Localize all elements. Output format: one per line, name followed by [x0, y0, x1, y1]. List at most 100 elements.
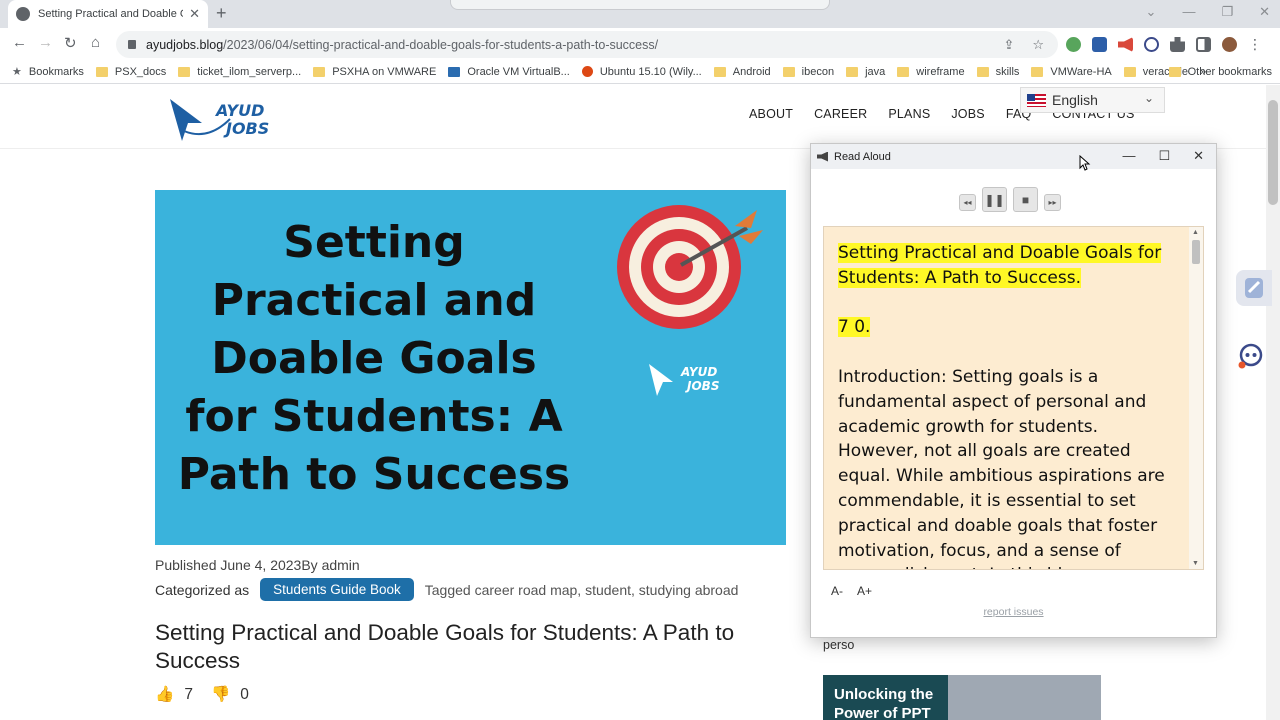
- read-aloud-window: Read Aloud — ☐ ✕ ◂◂ ❚❚ ■ ▸▸ Setting Prac…: [810, 143, 1217, 638]
- floating-widget-icon[interactable]: [1236, 270, 1272, 306]
- sidebar-text: perso: [823, 638, 855, 652]
- hero-logo-line1: AYUD: [680, 365, 717, 379]
- read-aloud-text-panel[interactable]: Setting Practical and Doable Goals for S…: [823, 226, 1204, 570]
- post-title: Setting Practical and Doable Goals for S…: [155, 620, 735, 673]
- rewind-button[interactable]: ◂◂: [959, 194, 976, 211]
- text-panel-scrollbar[interactable]: ▲ ▼: [1189, 227, 1203, 569]
- star-icon: ★: [12, 66, 22, 78]
- close-tab-icon[interactable]: ✕: [189, 6, 200, 22]
- nav-about[interactable]: ABOUT: [749, 107, 793, 121]
- virtualbox-icon: [448, 66, 461, 77]
- font-smaller-button[interactable]: A-: [831, 584, 843, 598]
- restore-icon[interactable]: ❐: [1221, 4, 1233, 20]
- address-bar[interactable]: ayudjobs.blog/2023/06/04/setting-practic…: [116, 31, 1058, 58]
- likes-count: 7: [184, 685, 193, 703]
- bookmark-item[interactable]: wireframe: [897, 65, 965, 78]
- minimize-icon[interactable]: —: [1182, 4, 1195, 20]
- chevron-down-icon: ⌄: [1143, 91, 1154, 105]
- chevron-down-icon[interactable]: ⌄: [1146, 4, 1157, 20]
- folder-icon: [95, 66, 108, 77]
- folder-icon: [976, 66, 989, 77]
- back-icon[interactable]: ←: [12, 34, 27, 51]
- font-larger-button[interactable]: A+: [857, 584, 872, 598]
- intro-paragraph: Introduction: Setting goals is a fundame…: [838, 366, 1165, 569]
- thumbs-up-icon[interactable]: 👍: [155, 685, 174, 704]
- home-icon[interactable]: ⌂: [91, 34, 100, 51]
- sidebar-card-line2: Power of PPT: [834, 705, 931, 720]
- bookmark-label: skills: [995, 65, 1020, 78]
- language-select[interactable]: English ⌄: [1020, 87, 1165, 113]
- category-badge[interactable]: Students Guide Book: [260, 578, 414, 601]
- bookmark-item[interactable]: VMWare-HA: [1031, 65, 1112, 78]
- read-aloud-extension-icon[interactable]: [1118, 37, 1133, 52]
- bookmark-item[interactable]: PSXHA on VMWARE: [313, 66, 436, 78]
- browser-tab[interactable]: Setting Practical and Doable Go ✕: [8, 0, 208, 28]
- other-bookmarks[interactable]: Other bookmarks: [1168, 66, 1272, 78]
- bookmark-item[interactable]: Android: [713, 66, 771, 78]
- bookmark-label: PSXHA on VMWARE: [332, 65, 437, 78]
- forward-icon[interactable]: →: [38, 34, 53, 51]
- folder-icon: [897, 66, 910, 77]
- post-tags[interactable]: Tagged career road map, student, studyin…: [425, 582, 739, 598]
- extension-icon[interactable]: [1066, 37, 1081, 52]
- new-tab-icon[interactable]: +: [216, 3, 227, 24]
- share-icon[interactable]: ⇪: [1003, 37, 1014, 53]
- bookmark-item[interactable]: Ubuntu 15.10 (Wily...: [581, 66, 702, 78]
- stop-button[interactable]: ■: [1013, 187, 1038, 212]
- hero-title: Setting Practical and Doable Goals for S…: [177, 217, 571, 500]
- extension-icon[interactable]: [1092, 37, 1107, 52]
- forward-button[interactable]: ▸▸: [1044, 194, 1061, 211]
- dislikes-count: 0: [240, 685, 249, 703]
- page-scrollbar-thumb[interactable]: [1268, 100, 1278, 205]
- sidebar-card[interactable]: Unlocking the Power of PPT: [823, 675, 1101, 720]
- side-panel-icon[interactable]: [1196, 37, 1211, 52]
- nav-jobs[interactable]: JOBS: [951, 107, 984, 121]
- font-size-controls: A- A+: [831, 584, 872, 598]
- minimize-icon[interactable]: —: [1122, 148, 1135, 164]
- us-flag-icon: [1027, 93, 1046, 107]
- scroll-up-icon[interactable]: ▲: [1192, 229, 1199, 236]
- target-icon: [617, 205, 763, 329]
- scroll-thumb[interactable]: [1192, 240, 1200, 264]
- site-header: AYUD JOBS ABOUT CAREER PLANS JOBS FAQ CO…: [0, 85, 1268, 149]
- hero-logo-line2: JOBS: [685, 379, 719, 393]
- close-icon[interactable]: ✕: [1259, 4, 1270, 20]
- browser-tabstrip: Setting Practical and Doable Go ✕ + ⌄ — …: [0, 0, 1280, 28]
- bookmark-star-icon[interactable]: ☆: [1032, 37, 1044, 53]
- reload-icon[interactable]: ↻: [64, 34, 77, 52]
- close-icon[interactable]: ✕: [1193, 148, 1204, 164]
- nav-plans[interactable]: PLANS: [888, 107, 930, 121]
- categorized-label: Categorized as: [155, 581, 250, 598]
- bookmark-label: ibecon: [801, 65, 835, 78]
- window-controls: ⌄ — ❐ ✕: [1146, 4, 1270, 20]
- bookmark-label: VMWare-HA: [1050, 65, 1112, 78]
- puzzle-icon[interactable]: [1170, 37, 1185, 52]
- hero-image: Setting Practical and Doable Goals for S…: [155, 190, 786, 545]
- maximize-icon[interactable]: ☐: [1158, 148, 1170, 164]
- avatar[interactable]: [1222, 37, 1237, 52]
- bookmark-item[interactable]: ticket_ilom_serverp...: [178, 66, 301, 78]
- bookmark-item[interactable]: ibecon: [782, 65, 835, 78]
- bookmarks-button[interactable]: ★ Bookmarks: [12, 65, 84, 79]
- sidebar-card-line1: Unlocking the: [834, 686, 934, 703]
- bookmark-label: wireframe: [916, 65, 965, 78]
- megaphone-icon: [817, 151, 828, 162]
- post-votes: 👍 7 👎 0: [155, 685, 249, 704]
- read-aloud-titlebar[interactable]: Read Aloud — ☐ ✕: [811, 144, 1216, 169]
- extension-icon[interactable]: [1144, 37, 1159, 52]
- bookmark-label: Oracle VM VirtualB...: [467, 65, 570, 78]
- bookmark-item[interactable]: java: [846, 66, 885, 78]
- scroll-down-icon[interactable]: ▼: [1192, 560, 1199, 567]
- chat-bot-icon[interactable]: [1238, 343, 1264, 369]
- folder-icon: [1031, 66, 1044, 77]
- bookmark-item[interactable]: Oracle VM VirtualB...: [448, 66, 570, 78]
- report-issues-link[interactable]: report issues: [811, 606, 1216, 618]
- extension-icons: ⋮: [1066, 36, 1262, 53]
- nav-career[interactable]: CAREER: [814, 107, 867, 121]
- site-logo[interactable]: AYUD JOBS: [168, 97, 278, 143]
- bookmark-item[interactable]: PSX_docs: [95, 66, 166, 78]
- pause-button[interactable]: ❚❚: [982, 187, 1007, 212]
- kebab-menu-icon[interactable]: ⋮: [1248, 36, 1262, 53]
- thumbs-down-icon[interactable]: 👎: [211, 685, 230, 704]
- bookmark-item[interactable]: skills: [976, 65, 1020, 78]
